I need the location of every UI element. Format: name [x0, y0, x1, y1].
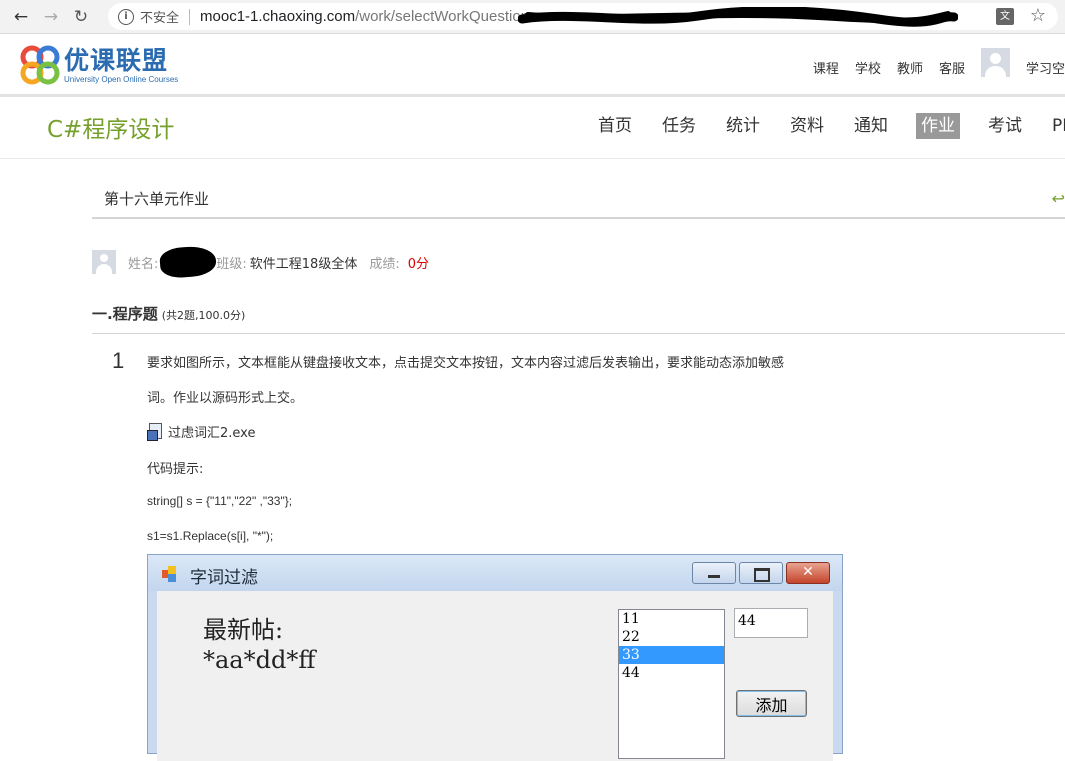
divider: [189, 8, 191, 25]
class-value: 软件工程18级全体: [249, 256, 358, 272]
link-schools[interactable]: 学校: [855, 58, 881, 77]
question-text-line2: 词。作业以源码形式上交。: [147, 391, 304, 406]
return-arrow-icon[interactable]: ↩: [1052, 189, 1065, 208]
name-label: 姓名:: [128, 256, 159, 272]
winform-add-button: 添加: [736, 690, 807, 717]
tab-pbl[interactable]: PBL: [1050, 113, 1065, 139]
winform-listbox: 11 22 33 44: [618, 609, 725, 759]
section-subtitle: (共2题,100.0分): [161, 309, 246, 322]
section-title-text: 一.程序题: [92, 305, 158, 323]
reload-icon[interactable]: ↻: [66, 2, 96, 32]
tab-exams[interactable]: 考试: [986, 113, 1024, 139]
redaction-scribble: [518, 7, 958, 27]
site-header: 优课联盟 University Open Online Courses 课程 学…: [0, 35, 1065, 97]
bookmark-star-icon[interactable]: ☆: [1030, 5, 1046, 26]
attachment-link[interactable]: 过虑词汇2.exe: [147, 422, 255, 441]
list-item: 22: [622, 629, 640, 645]
forward-arrow-icon[interactable]: →: [36, 2, 66, 32]
attachment-name: 过虑词汇2.exe: [168, 426, 256, 441]
translate-icon[interactable]: 文: [996, 8, 1014, 25]
code-hint-label: 代码提示:: [147, 462, 204, 477]
minimize-icon: [692, 562, 736, 584]
link-service[interactable]: 客服: [939, 58, 965, 77]
url-text: mooc1-1.chaoxing.com/work/selectWorkQues…: [200, 8, 529, 25]
score-value: 0分: [407, 256, 429, 272]
winform-client: 最新帖: *aa*dd*ff 11 22 33 44 44 添加: [157, 591, 833, 761]
tab-tasks[interactable]: 任务: [660, 113, 698, 139]
course-nav: 首页 任务 统计 资料 通知 作业 考试 PBL: [596, 113, 1065, 139]
exe-file-icon: [147, 423, 163, 441]
winform-title: 字词过滤: [190, 568, 258, 588]
link-study-space[interactable]: 学习空: [1026, 58, 1065, 77]
question-number: 1: [112, 348, 125, 373]
winform-post-label: 最新帖: *aa*dd*ff: [203, 616, 316, 674]
app-icon: [162, 566, 178, 582]
tab-notices[interactable]: 通知: [852, 113, 890, 139]
close-icon: [786, 562, 830, 584]
course-title: C#程序设计: [47, 117, 175, 143]
tab-home[interactable]: 首页: [596, 113, 634, 139]
score-label: 成绩:: [369, 256, 400, 272]
logo-text: 优课联盟 University Open Online Courses: [64, 45, 179, 84]
user-avatar[interactable]: [980, 48, 1010, 77]
site-logo[interactable]: 优课联盟 University Open Online Courses: [20, 45, 178, 85]
back-arrow-icon[interactable]: ←: [6, 2, 36, 32]
winform-screenshot: 字词过滤 最新帖: *aa*dd*ff 11 22 33 44 44 添加: [147, 554, 843, 761]
class-label: 班级:: [216, 256, 247, 272]
winform-titlebar: 字词过滤: [148, 555, 842, 591]
logo-en: University Open Online Courses: [64, 74, 179, 84]
url-path: /work/selectWorkQuestion: [355, 8, 530, 25]
address-bar[interactable]: i 不安全 mooc1-1.chaoxing.com/work/selectWo…: [108, 3, 1058, 30]
homework-title: 第十六单元作业: [104, 190, 210, 208]
question-text-line1: 要求如图所示，文本框能从键盘接收文本，点击提交文本按钮，文本内容过滤后发表输出，…: [147, 356, 785, 371]
logo-mark-icon: [20, 45, 60, 85]
section-title: 一.程序题 (共2题,100.0分): [92, 303, 245, 324]
tab-homework[interactable]: 作业: [916, 113, 960, 139]
top-links: 课程 学校 教师 客服 学习空: [813, 48, 1065, 82]
code-line-2: s1=s1.Replace(s[i], "*");: [147, 529, 274, 543]
window-controls: [689, 562, 830, 584]
maximize-icon: [739, 562, 783, 584]
student-info: 姓名: 班级: 软件工程18级全体 成绩: 0分: [92, 245, 429, 279]
browser-toolbar: ← → ↻ i 不安全 mooc1-1.chaoxing.com/work/se…: [0, 0, 1065, 34]
list-item: 11: [622, 611, 640, 627]
link-courses[interactable]: 课程: [813, 58, 839, 77]
redacted-name: [159, 245, 218, 279]
homework-header: 第十六单元作业 ↩: [92, 177, 1065, 219]
security-label: 不安全: [140, 11, 180, 26]
code-line-1: string[] s = {"11","22" ,"33"};: [147, 494, 293, 508]
list-item-selected: 33: [619, 646, 724, 664]
link-teachers[interactable]: 教师: [897, 58, 923, 77]
section-header: 一.程序题 (共2题,100.0分): [92, 300, 1065, 334]
list-item: 44: [622, 665, 640, 681]
winform-textbox: 44: [734, 608, 808, 638]
tab-stats[interactable]: 统计: [724, 113, 762, 139]
tab-materials[interactable]: 资料: [788, 113, 826, 139]
student-avatar: [92, 250, 116, 274]
url-host: mooc1-1.chaoxing.com: [200, 8, 356, 25]
logo-cn: 优课联盟: [64, 45, 169, 75]
info-icon[interactable]: i: [118, 8, 134, 25]
course-bar: C#程序设计 首页 任务 统计 资料 通知 作业 考试 PBL: [0, 97, 1065, 159]
